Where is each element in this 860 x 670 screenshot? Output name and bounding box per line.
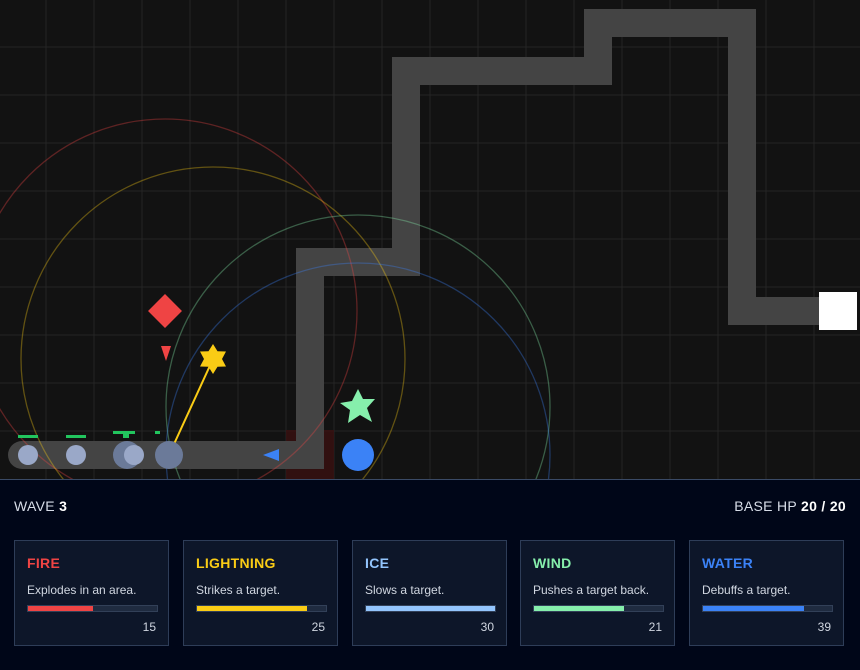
board-canvas[interactable] (0, 0, 860, 648)
tower-card-wind[interactable]: WIND Pushes a target back. 21 (520, 540, 675, 646)
base-hp-separator: / (821, 498, 826, 514)
tower-bar-fill (703, 606, 804, 611)
wave-label: WAVE (14, 498, 55, 514)
tower-name: WATER (702, 555, 754, 571)
tower-card-ice[interactable]: ICE Slows a target. 30 (352, 540, 507, 646)
game-board[interactable] (0, 0, 860, 648)
water-drop-icon[interactable] (342, 439, 374, 471)
tower-bar-fill (534, 606, 625, 611)
enemy-hp-bar (155, 431, 160, 434)
tower-bar-fill (197, 606, 307, 611)
base-hp-indicator: BASE HP 20 / 20 (734, 498, 846, 514)
tower-name: WIND (533, 555, 572, 571)
tower-description: Explodes in an area. (27, 583, 137, 597)
lightning-star-icon[interactable] (200, 344, 226, 374)
enemy-hp-bar (123, 434, 129, 438)
tower-name: LIGHTNING (196, 555, 276, 571)
tower-value: 21 (648, 620, 662, 634)
tower-description: Strikes a target. (196, 583, 281, 597)
tower-card-water[interactable]: WATER Debuffs a target. 39 (689, 540, 844, 646)
base-hp-current: 20 (801, 498, 818, 514)
tower-description: Debuffs a target. (702, 583, 791, 597)
tower-name: FIRE (27, 555, 61, 571)
base-block (819, 292, 857, 330)
fire-projectile (161, 346, 171, 361)
enemy[interactable] (66, 445, 86, 465)
enemy[interactable] (155, 441, 183, 469)
tower-description: Pushes a target back. (533, 583, 650, 597)
wind-pinwheel-icon[interactable] (340, 389, 375, 423)
tower-name: ICE (365, 555, 390, 571)
wave-number: 3 (59, 498, 68, 514)
tower-bar (533, 605, 664, 612)
tower-card-lightning[interactable]: LIGHTNING Strikes a target. 25 (183, 540, 338, 646)
enemy[interactable] (18, 445, 38, 465)
tower-value: 15 (142, 620, 156, 634)
hud-panel: WAVE 3 BASE HP 20 / 20 FIRE Explodes in … (0, 479, 860, 670)
lightning-beam (168, 358, 214, 456)
tower-value: 25 (311, 620, 325, 634)
tower-bar (27, 605, 158, 612)
enemy-hp-bar (18, 435, 38, 438)
fire-diamond-icon[interactable] (148, 294, 182, 328)
wave-indicator: WAVE 3 (14, 498, 67, 514)
tower-bar (196, 605, 327, 612)
tower-description: Slows a target. (365, 583, 445, 597)
tower-bar-fill (366, 606, 495, 611)
tower-bar-fill (28, 606, 93, 611)
enemy-hp-bar (66, 435, 86, 438)
tower-card-fire[interactable]: FIRE Explodes in an area. 15 (14, 540, 169, 646)
enemy[interactable] (124, 445, 144, 465)
enemy-hp-bar (113, 431, 135, 434)
base-hp-label: BASE HP (734, 498, 797, 514)
base-hp-max: 20 (829, 498, 846, 514)
lightning-range-ring (20, 166, 406, 552)
tower-bar (702, 605, 833, 612)
tower-value: 30 (480, 620, 494, 634)
tower-bar (365, 605, 496, 612)
tower-value: 39 (817, 620, 831, 634)
